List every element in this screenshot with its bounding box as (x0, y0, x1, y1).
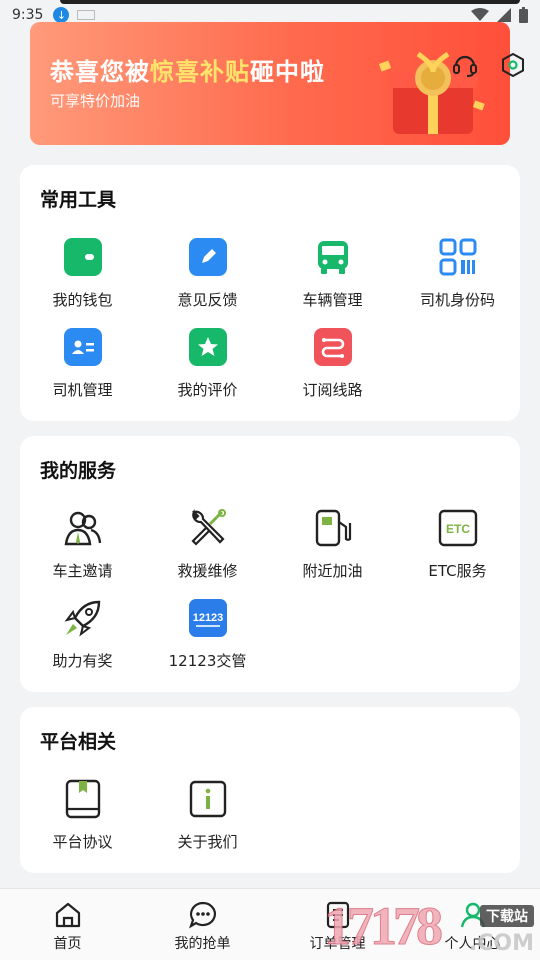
bus-icon (313, 237, 353, 277)
service-boost-reward[interactable]: 助力有奖 (20, 598, 145, 688)
service-label: 12123交管 (168, 652, 247, 670)
platform-card: 平台相关 平台协议 关于我们 (20, 707, 520, 873)
tool-label: 意见反馈 (177, 291, 238, 309)
customer-service-icon[interactable] (450, 50, 480, 80)
banner-subtitle: 可享特价加油 (50, 92, 141, 110)
tool-label: 司机身份码 (419, 291, 495, 309)
user-icon (460, 902, 485, 928)
fuel-pump-icon (313, 508, 353, 548)
service-label: ETC服务 (428, 562, 487, 580)
platform-label: 平台协议 (52, 833, 113, 851)
wallet-icon (63, 238, 102, 276)
chat-icon (188, 901, 216, 929)
tool-label: 车辆管理 (302, 291, 363, 309)
service-owner-invite[interactable]: 车主邀请 (20, 508, 145, 598)
promo-banner[interactable]: 恭喜您被惊喜补贴砸中啦 可享特价加油 (30, 22, 510, 145)
tab-label: 个人中心 (444, 936, 501, 952)
tool-label: 我的钱包 (52, 291, 113, 309)
tool-driver-id-code[interactable]: 司机身份码 (395, 237, 520, 327)
tab-label: 首页 (53, 936, 82, 952)
platform-agreement[interactable]: 平台协议 (20, 779, 145, 869)
users-icon (63, 508, 103, 548)
common-tools-heading: 常用工具 (40, 189, 117, 211)
book-icon (63, 779, 103, 819)
banner-title: 恭喜您被惊喜补贴砸中啦 (50, 58, 325, 86)
notification-thumbnail-icon (77, 10, 96, 20)
platform-about-us[interactable]: 关于我们 (145, 779, 270, 869)
status-time: 9:35 (12, 7, 44, 23)
svg-text:ETC: ETC (446, 522, 470, 536)
tool-my-reviews[interactable]: 我的评价 (145, 327, 270, 417)
my-services-grid: 车主邀请 救援维修 附近加油 ETC ETC服务 助力有奖 12123 1212… (20, 508, 520, 688)
common-tools-grid: 我的钱包 意见反馈 车辆管理 司机身份码 司机管理 我的评价 订阅线路 (20, 237, 520, 417)
wifi-icon (471, 8, 489, 21)
service-label: 助力有奖 (52, 652, 113, 670)
tool-feedback[interactable]: 意见反馈 (145, 237, 270, 327)
my-services-heading: 我的服务 (40, 460, 117, 482)
service-label: 救援维修 (177, 562, 238, 580)
home-icon (55, 902, 80, 928)
my-services-card: 我的服务 车主邀请 救援维修 附近加油 ETC ETC服务 助力有奖 12123… (20, 436, 520, 692)
tool-label: 我的评价 (177, 381, 238, 399)
service-etc[interactable]: ETC ETC服务 (395, 508, 520, 598)
route-icon (313, 328, 352, 366)
signal-icon (497, 8, 511, 22)
tab-label: 订单管理 (309, 936, 366, 952)
tab-order-management[interactable]: 订单管理 (270, 889, 405, 960)
12123-app-icon: 12123 (188, 598, 228, 638)
pencil-icon (188, 238, 227, 276)
tool-label: 司机管理 (52, 381, 113, 399)
rocket-icon (63, 598, 103, 638)
tab-my-orders-grab[interactable]: 我的抢单 (135, 889, 270, 960)
tab-home[interactable]: 首页 (0, 889, 135, 960)
tool-wallet[interactable]: 我的钱包 (20, 237, 145, 327)
common-tools-card: 常用工具 我的钱包 意见反馈 车辆管理 司机身份码 司机管理 我的评价 订阅线路 (20, 165, 520, 421)
tab-profile[interactable]: 个人中心 (405, 889, 540, 960)
platform-grid: 平台协议 关于我们 (20, 779, 520, 869)
platform-label: 关于我们 (177, 833, 238, 851)
tools-icon (188, 508, 228, 548)
settings-icon[interactable] (498, 50, 528, 80)
service-label: 车主邀请 (52, 562, 113, 580)
tool-vehicle[interactable]: 车辆管理 (270, 237, 395, 327)
tool-subscribe-route[interactable]: 订阅线路 (270, 327, 395, 417)
service-12123[interactable]: 12123 12123交管 (145, 598, 270, 688)
id-card-icon (63, 328, 102, 366)
platform-heading: 平台相关 (40, 731, 117, 753)
tab-label: 我的抢单 (174, 936, 231, 952)
info-icon (188, 779, 228, 819)
bottom-tab-bar: 首页 我的抢单 订单管理 个人中心 (0, 888, 540, 960)
service-label: 附近加油 (302, 562, 363, 580)
order-list-icon (326, 901, 349, 929)
battery-icon (519, 7, 528, 23)
service-nearby-fuel[interactable]: 附近加油 (270, 508, 395, 598)
etc-icon: ETC (438, 508, 478, 548)
tool-driver-management[interactable]: 司机管理 (20, 327, 145, 417)
status-icons (471, 7, 528, 23)
svg-text:12123: 12123 (192, 612, 223, 624)
star-icon (188, 328, 227, 366)
qr-code-icon (438, 237, 478, 277)
tool-label: 订阅线路 (302, 381, 363, 399)
service-rescue-repair[interactable]: 救援维修 (145, 508, 270, 598)
download-icon: ↓ (53, 7, 70, 23)
